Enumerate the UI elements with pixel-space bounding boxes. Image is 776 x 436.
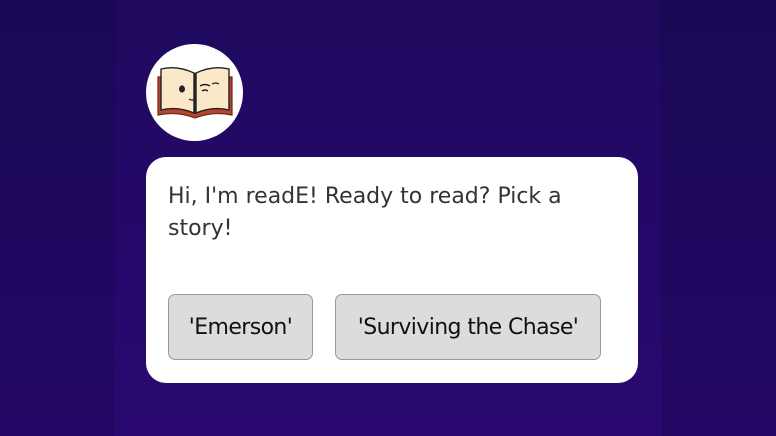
left-shade-band [0, 0, 115, 436]
story-choices: 'Emerson' 'Surviving the Chase' [168, 294, 601, 360]
open-book-face-icon [156, 66, 233, 119]
assistant-message: Hi, I'm readE! Ready to read? Pick a sto… [168, 184, 562, 241]
chat-message-card: Hi, I'm readE! Ready to read? Pick a sto… [146, 157, 638, 383]
right-shade-band [661, 0, 776, 436]
story-choice-emerson-button[interactable]: 'Emerson' [168, 294, 313, 360]
assistant-avatar [146, 44, 243, 141]
story-choice-surviving-the-chase-button[interactable]: 'Surviving the Chase' [335, 294, 601, 360]
